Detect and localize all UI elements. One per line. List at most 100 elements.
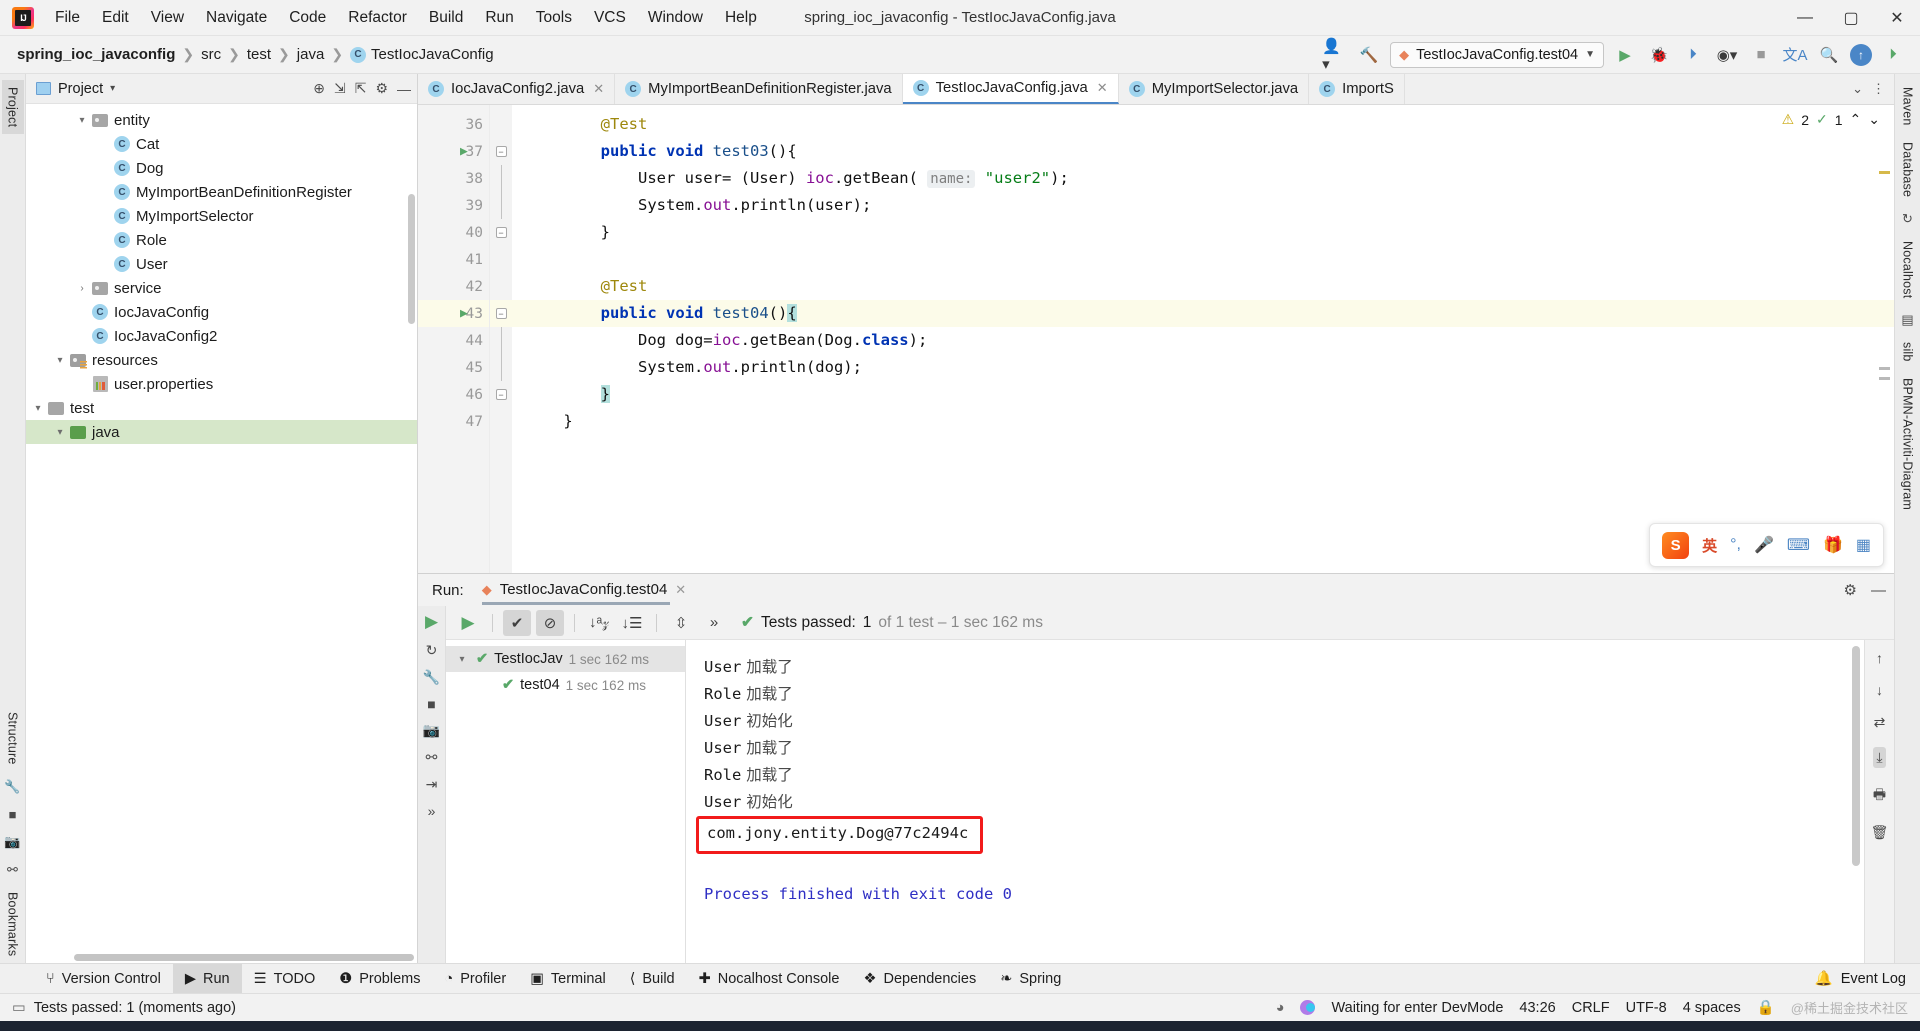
sidebar-item-nocalhost[interactable]: Nocalhost	[1897, 234, 1919, 305]
tool-window-button-build[interactable]: ⟨ Build	[618, 964, 687, 994]
fold-line[interactable]: −	[490, 381, 512, 408]
thread-dump-icon[interactable]: ⚯	[426, 749, 438, 766]
editor-tab[interactable]: C MyImportSelector.java	[1119, 74, 1310, 104]
translate-icon[interactable]: 文A	[1782, 42, 1808, 68]
tool-window-button-nocalhost-console[interactable]: ✚ Nocalhost Console	[687, 964, 852, 994]
tool-window-strip[interactable]: ⑂ Version Control ▶ Run ☰ TODO ❶ Problems ◔ Profi…	[0, 963, 1920, 994]
ime-floating-bar[interactable]: S 英 °, 🎤 ⌨ 🎁 ▦	[1649, 523, 1884, 567]
run-button[interactable]: ▶	[1612, 42, 1638, 68]
debug-button[interactable]: 🐞	[1646, 42, 1672, 68]
gift-icon[interactable]: 🎁	[1823, 535, 1843, 555]
tree-node[interactable]: ▾ test	[26, 396, 417, 420]
menu-vcs[interactable]: VCS	[583, 5, 637, 31]
tree-node[interactable]: C Cat	[26, 132, 417, 156]
fold-line[interactable]: −	[490, 300, 512, 327]
devmode-label[interactable]: Waiting for enter DevMode	[1331, 1000, 1503, 1016]
tree-node[interactable]: C User	[26, 252, 417, 276]
thread-icon[interactable]: ⚯	[7, 857, 18, 883]
close-icon[interactable]: ✕	[593, 81, 604, 97]
menu-code[interactable]: Code	[278, 5, 337, 31]
code-line[interactable]: }	[512, 381, 1894, 408]
show-passed-filter-button[interactable]: ✔	[503, 609, 531, 636]
code-line[interactable]: User user= (User) ioc.getBean( name: "us…	[512, 165, 1894, 192]
line-separator[interactable]: CRLF	[1572, 1000, 1610, 1016]
minimize-button[interactable]: —	[1782, 0, 1828, 36]
tree-node[interactable]: C MyImportSelector	[26, 204, 417, 228]
project-file-tree[interactable]: ▾ entity C Cat C Dog C MyImportBeanDefinitionRe…	[26, 104, 417, 963]
fold-collapse-icon[interactable]: −	[495, 308, 507, 319]
expand-all-icon[interactable]: ⇲	[334, 80, 346, 97]
menu-run[interactable]: Run	[474, 5, 524, 31]
tool-window-button-todo[interactable]: ☰ TODO	[242, 964, 328, 994]
menu-tools[interactable]: Tools	[525, 5, 583, 31]
wrench-icon[interactable]: 🔧	[4, 774, 20, 800]
inspection-widget[interactable]: ⚠ 2 ✓ 1 ⌃ ⌄	[1782, 111, 1880, 128]
ime-language-label[interactable]: 英	[1702, 535, 1717, 556]
project-tree-vertical-scrollbar[interactable]	[408, 194, 415, 324]
ide-icon[interactable]: ⏵	[1880, 42, 1906, 68]
tree-node[interactable]: › service	[26, 276, 417, 300]
fold-collapse-icon[interactable]: −	[495, 227, 507, 238]
next-problem-icon[interactable]: ⌄	[1868, 111, 1880, 128]
breadcrumb-test[interactable]: test	[244, 44, 274, 65]
test-tree-row[interactable]: ✔ test04 1 sec 162 ms	[446, 672, 685, 698]
run-configuration-selector[interactable]: ◆ TestIocJavaConfig.test04 ▼	[1390, 41, 1604, 68]
run-console[interactable]: User 加载了 Role 加载了 User 初始化 User 加载了 Role 加载了…	[686, 640, 1864, 963]
wrench-icon[interactable]: 🔧	[423, 669, 440, 686]
gutter-line[interactable]: 42	[418, 273, 489, 300]
sort-by-duration-button[interactable]: ↓☰	[618, 610, 646, 636]
breadcrumb-class[interactable]: C TestIocJavaConfig	[347, 44, 497, 65]
chevron-down-icon[interactable]: ▾	[52, 427, 68, 438]
menu-bar[interactable]: File Edit View Navigate Code Refactor Bu…	[44, 5, 768, 31]
tool-window-button-terminal[interactable]: ▣ Terminal	[518, 964, 618, 994]
sidebar-item-structure[interactable]: Structure	[2, 705, 24, 772]
menu-navigate[interactable]: Navigate	[195, 5, 278, 31]
sidebar-item-project[interactable]: Project	[1, 80, 24, 135]
keyboard-icon[interactable]: ⌨	[1787, 535, 1810, 555]
layers-icon[interactable]: ▤	[1901, 307, 1913, 333]
fold-collapse-icon[interactable]: −	[495, 146, 507, 157]
expand-collapse-button[interactable]: ⇳	[667, 610, 695, 636]
tree-node[interactable]: user.properties	[26, 372, 417, 396]
gutter-line[interactable]: 40	[418, 219, 489, 246]
breadcrumb-java[interactable]: java	[294, 44, 328, 65]
tree-node[interactable]: C MyImportBeanDefinitionRegister	[26, 180, 417, 204]
devmode-help-icon[interactable]: ◕	[1276, 1000, 1285, 1016]
editor-gutter[interactable]: 36 ▶ 37 38 39 40 41 42 ▶ 43 44 45 46 47	[418, 105, 490, 573]
menu-edit[interactable]: Edit	[91, 5, 140, 31]
gear-icon[interactable]: ⚙	[375, 80, 388, 97]
error-stripe[interactable]	[1879, 139, 1890, 409]
breadcrumb-src[interactable]: src	[198, 44, 224, 65]
profile-button[interactable]: ◉▾	[1714, 42, 1740, 68]
lock-icon[interactable]: 🔒	[1757, 999, 1775, 1016]
gutter-line[interactable]: 38	[418, 165, 489, 192]
soft-wrap-icon[interactable]: ⇄	[1874, 714, 1886, 731]
code-line[interactable]: @Test	[512, 273, 1894, 300]
tree-node[interactable]: ▾ resources	[26, 348, 417, 372]
sidebar-item-silb[interactable]: silb	[1897, 335, 1919, 369]
fold-line[interactable]: −	[490, 219, 512, 246]
tree-node[interactable]: C Dog	[26, 156, 417, 180]
code-editor[interactable]: @Test public void test03(){ User user= (…	[512, 105, 1894, 573]
editor-tab-bar[interactable]: C IocJavaConfig2.java ✕ C MyImportBeanDefini…	[418, 74, 1894, 105]
event-log-button[interactable]: 🔔 Event Log	[1815, 970, 1920, 988]
editor-tab[interactable]: C IocJavaConfig2.java ✕	[418, 74, 616, 104]
camera-icon[interactable]: 📷	[423, 722, 440, 739]
code-line[interactable]	[512, 246, 1894, 273]
chevron-down-icon[interactable]: ▾	[110, 83, 115, 94]
prev-problem-icon[interactable]: ⌃	[1850, 111, 1862, 128]
collapse-all-icon[interactable]: ⇱	[355, 80, 367, 97]
gutter-line[interactable]: 44	[418, 327, 489, 354]
run-with-coverage-button[interactable]: ⏵	[1680, 42, 1706, 68]
sort-alphabetically-button[interactable]: ↓ᵃ𝓏	[585, 610, 613, 636]
search-icon[interactable]: 🔍	[1816, 42, 1842, 68]
code-line[interactable]: public void test04(){	[512, 300, 1894, 327]
run-test-icon[interactable]: ▶	[460, 306, 468, 321]
select-opened-file-icon[interactable]: ⊕	[313, 80, 325, 97]
tree-node[interactable]: C IocJavaConfig	[26, 300, 417, 324]
tool-window-button-dependencies[interactable]: ❖ Dependencies	[851, 964, 988, 994]
punctuation-icon[interactable]: °,	[1730, 536, 1741, 554]
indent-setting[interactable]: 4 spaces	[1683, 1000, 1741, 1016]
tree-node[interactable]: ▾ java	[26, 420, 417, 444]
scroll-to-end-icon[interactable]: ⤓	[1873, 747, 1886, 768]
